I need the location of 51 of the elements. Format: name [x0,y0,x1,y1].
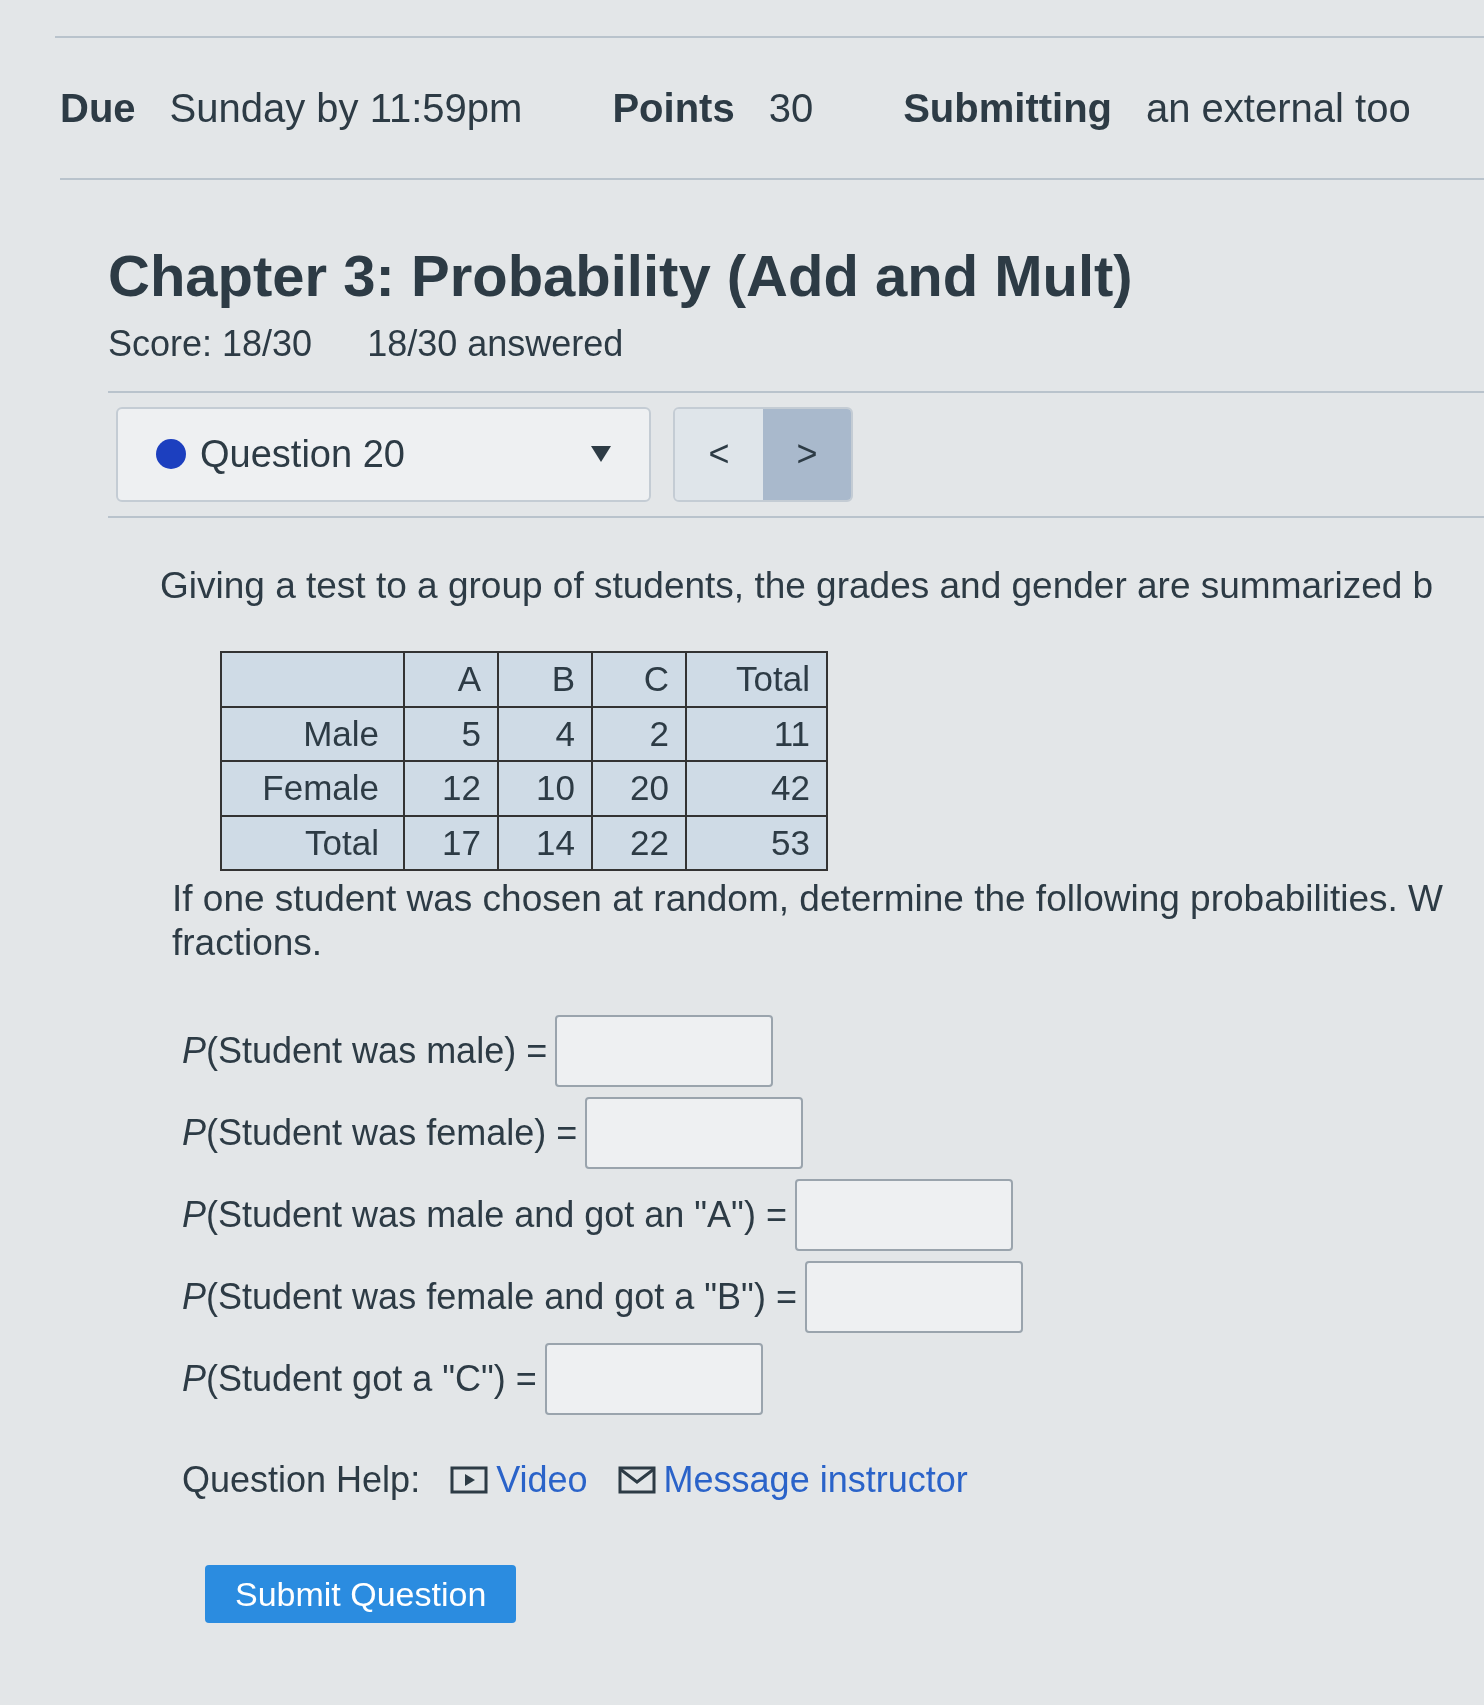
question-label: P(Student was female and got a "B") = [182,1275,797,1319]
question-dropdown[interactable]: Question 20 [116,406,651,502]
play-icon [450,1465,489,1495]
detail-label: Due [60,85,136,132]
envelope-icon [617,1465,656,1495]
question-label: P(Student was male) = [182,1029,548,1073]
help-label: Question Help: [182,1458,421,1502]
detail-label: Submitting [903,85,1112,132]
answer-field[interactable] [555,1015,774,1087]
detail-value: Sunday by 11:59pm [169,85,523,132]
table-cell: 20 [592,761,686,816]
video-link[interactable]: Video [450,1453,588,1507]
answer-field[interactable] [544,1343,763,1415]
score-text: Score: 18/30 [108,321,313,366]
column-header: B [498,652,592,707]
question-label: P(Student was male and got an "A") = [182,1193,787,1237]
column-header: A [404,652,498,707]
next-button[interactable]: > [763,408,851,500]
page-title: Chapter 3: Probability (Add and Mult) [108,242,1134,310]
instruction-text: If one student was chosen at random, determine the following probabilities. W fractions. [172,877,1445,965]
dropdown-label: Question 20 [200,431,406,477]
table-cell: 2 [592,706,686,761]
detail-value: an external too [1146,85,1411,132]
table-cell: 42 [686,761,827,816]
message-link[interactable]: Message instructor [617,1453,968,1507]
caret-icon [591,446,611,462]
row-header: Female [221,761,404,816]
submit-button[interactable]: Submit Question [205,1565,517,1623]
previous-button[interactable]: < [675,408,763,500]
question-label: P(Student was female) = [182,1111,578,1155]
column-header: Total [686,652,827,707]
table-cell: 17 [404,815,498,870]
table-cell: 11 [686,706,827,761]
row-header: Male [221,706,404,761]
table-cell: 4 [498,706,592,761]
answer-field[interactable] [585,1097,804,1169]
row-header: Total [221,815,404,870]
column-header: C [592,652,686,707]
table-cell: 22 [592,815,686,870]
detail-value: 30 [768,85,814,132]
question-label: P(Student got a "C") = [182,1357,537,1401]
table-cell: 14 [498,815,592,870]
table-cell: 5 [404,706,498,761]
answer-field[interactable] [794,1179,1013,1251]
answered-count: 18/30 answered [367,321,624,366]
table-cell: 12 [404,761,498,816]
table-cell: 53 [686,815,827,870]
answer-field[interactable] [804,1261,1023,1333]
question-text: Giving a test to a group of students, the grades and gender are summarized b [160,563,1435,608]
table-cell: 10 [498,761,592,816]
detail-label: Points [612,85,735,132]
